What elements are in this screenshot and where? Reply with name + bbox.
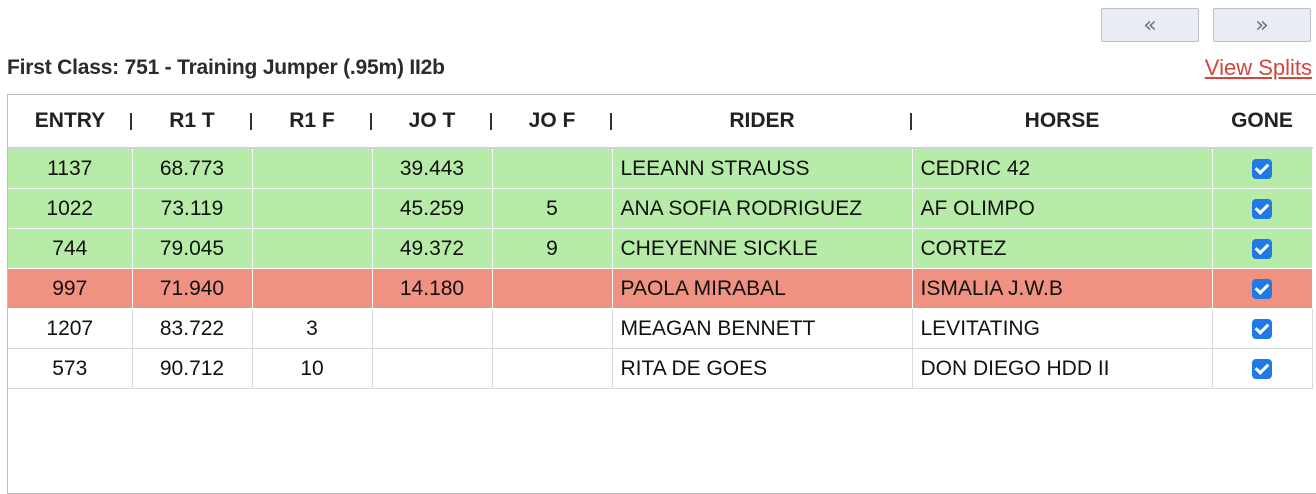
column-header-jo-faults[interactable]: JO F	[492, 95, 612, 149]
entry-cell: 997	[8, 268, 133, 309]
rider-cell: ANA SOFIA RODRIGUEZ	[612, 188, 913, 229]
jo-faults-cell	[492, 308, 613, 349]
gone-checkbox[interactable]	[1252, 358, 1272, 379]
gone-checkbox[interactable]	[1252, 198, 1272, 219]
entry-cell: 1207	[8, 308, 133, 349]
results-table: ENTRY R1 T R1 F JO T JO F RIDER HORSE GO…	[8, 95, 1313, 389]
entry-cell: 1137	[8, 148, 133, 189]
gone-checkbox[interactable]	[1252, 158, 1272, 179]
gone-cell	[1212, 148, 1313, 189]
horse-cell: CORTEZ	[912, 228, 1213, 269]
r1-faults-cell	[252, 268, 373, 309]
r1-time-cell: 90.712	[132, 348, 253, 389]
gone-checkbox[interactable]	[1252, 238, 1272, 259]
column-header-rider[interactable]: RIDER	[612, 95, 912, 149]
gone-cell	[1212, 268, 1313, 309]
column-header-entry[interactable]: ENTRY	[8, 95, 132, 149]
jo-time-cell: 39.443	[372, 148, 493, 189]
horse-cell: CEDRIC 42	[912, 148, 1213, 189]
table-row[interactable]: 1137 68.773 39.443 LEEANN STRAUSS CEDRIC 42	[8, 148, 1313, 189]
gone-checkbox[interactable]	[1252, 318, 1272, 339]
gone-checkbox[interactable]	[1252, 278, 1272, 299]
entry-cell: 744	[8, 228, 133, 269]
table-row[interactable]: 573 90.712 10 RITA DE GOES DON DIEGO HDD II	[8, 348, 1313, 389]
horse-cell: LEVITATING	[912, 308, 1213, 349]
entry-cell: 1022	[8, 188, 133, 229]
r1-faults-cell: 3	[252, 308, 373, 349]
class-title: First Class: 751 - Training Jumper (.95m…	[7, 56, 445, 79]
column-header-gone[interactable]: GONE	[1212, 95, 1312, 149]
double-chevron-left-icon: «	[1143, 12, 1157, 38]
rider-cell: RITA DE GOES	[612, 348, 913, 389]
rider-cell: MEAGAN BENNETT	[612, 308, 913, 349]
jo-time-cell	[372, 308, 493, 349]
horse-cell: AF OLIMPO	[912, 188, 1213, 229]
jo-time-cell	[372, 348, 493, 389]
gone-cell	[1212, 348, 1313, 389]
table-row[interactable]: 1022 73.119 45.259 5 ANA SOFIA RODRIGUEZ AF O…	[8, 188, 1313, 229]
horse-cell: DON DIEGO HDD II	[912, 348, 1213, 389]
jo-faults-cell	[492, 268, 613, 309]
gone-cell	[1212, 228, 1313, 269]
column-header-jo-time[interactable]: JO T	[372, 95, 492, 149]
column-header-r1-time[interactable]: R1 T	[132, 95, 252, 149]
double-chevron-right-icon: »	[1255, 12, 1269, 38]
jo-faults-cell	[492, 348, 613, 389]
entry-cell: 573	[8, 348, 133, 389]
column-header-horse[interactable]: HORSE	[912, 95, 1212, 149]
r1-time-cell: 71.940	[132, 268, 253, 309]
rider-cell: LEEANN STRAUSS	[612, 148, 913, 189]
jo-time-cell: 14.180	[372, 268, 493, 309]
next-page-button[interactable]: »	[1213, 8, 1311, 42]
r1-time-cell: 83.722	[132, 308, 253, 349]
rider-cell: CHEYENNE SICKLE	[612, 228, 913, 269]
r1-time-cell: 73.119	[132, 188, 253, 229]
r1-time-cell: 68.773	[132, 148, 253, 189]
column-header-r1-faults[interactable]: R1 F	[252, 95, 372, 149]
table-row[interactable]: 1207 83.722 3 MEAGAN BENNETT LEVITATING	[8, 308, 1313, 349]
jo-time-cell: 45.259	[372, 188, 493, 229]
rider-cell: PAOLA MIRABAL	[612, 268, 913, 309]
r1-faults-cell	[252, 228, 373, 269]
jo-time-cell: 49.372	[372, 228, 493, 269]
jo-faults-cell	[492, 148, 613, 189]
gone-cell	[1212, 188, 1313, 229]
view-splits-link[interactable]: View Splits	[1205, 55, 1312, 81]
horse-cell: ISMALIA J.W.B	[912, 268, 1213, 309]
jo-faults-cell: 9	[492, 228, 613, 269]
header-row: ENTRY R1 T R1 F JO T JO F RIDER HORSE GO…	[8, 95, 1312, 149]
jo-faults-cell: 5	[492, 188, 613, 229]
r1-faults-cell	[252, 188, 373, 229]
r1-faults-cell: 10	[252, 348, 373, 389]
r1-time-cell: 79.045	[132, 228, 253, 269]
gone-cell	[1212, 308, 1313, 349]
table-row[interactable]: 997 71.940 14.180 PAOLA MIRABAL ISMALIA J.W.…	[8, 268, 1313, 309]
previous-page-button[interactable]: «	[1101, 8, 1199, 42]
results-grid: ENTRY R1 T R1 F JO T JO F RIDER HORSE GO…	[7, 94, 1316, 494]
table-row[interactable]: 744 79.045 49.372 9 CHEYENNE SICKLE CORTEZ	[8, 228, 1313, 269]
r1-faults-cell	[252, 148, 373, 189]
